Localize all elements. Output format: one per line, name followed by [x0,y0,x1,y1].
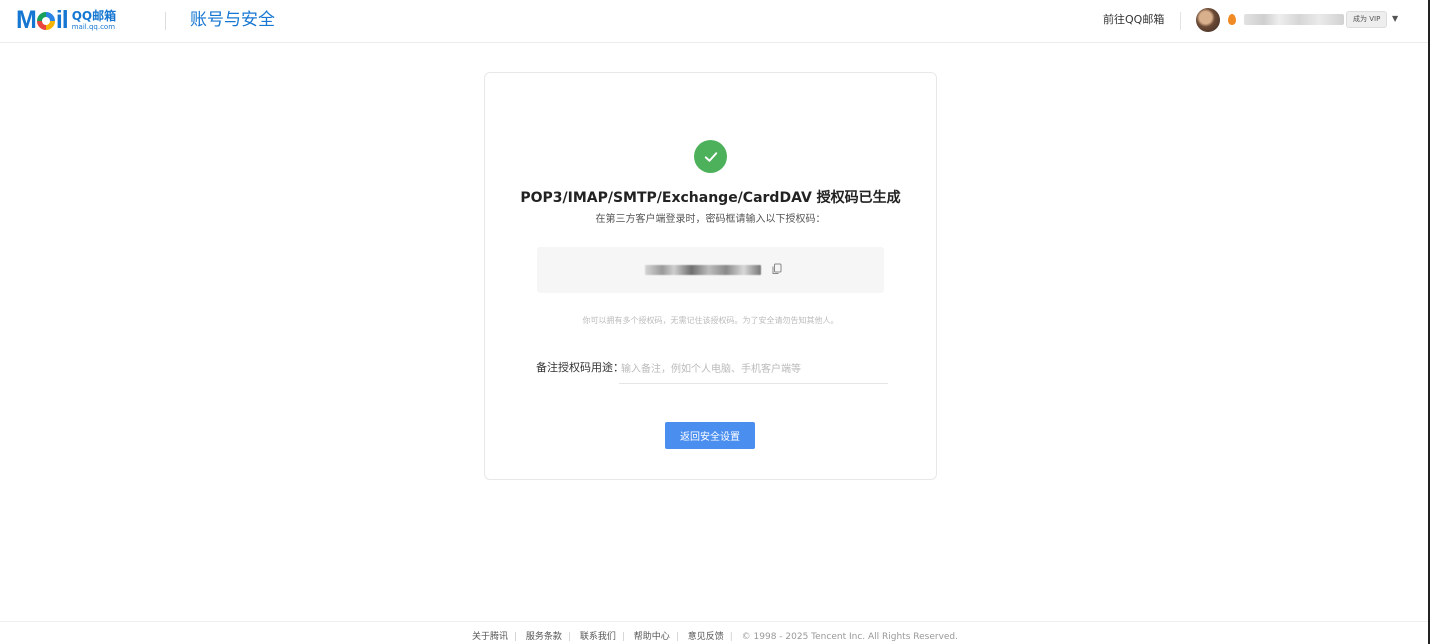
mail-logo-icon: Mil [16,6,69,34]
goto-qq-mail-link[interactable]: 前往QQ邮箱 [1103,13,1164,27]
logo-qq-text: QQ邮箱 [71,8,117,23]
header-separator [1180,12,1181,30]
copy-icon[interactable] [771,263,783,275]
footer-link-help[interactable]: 帮助中心 [634,632,670,642]
footer-link-contact[interactable]: 联系我们 [580,632,616,642]
footer-link-terms[interactable]: 服务条款 [526,632,562,642]
footer-link-about[interactable]: 关于腾讯 [472,632,508,642]
logo-domain-text: mail.qq.com [71,22,116,31]
page-title: 账号与安全 [190,10,275,30]
footer-link-feedback[interactable]: 意见反馈 [688,632,724,642]
check-circle-icon [694,140,727,173]
note-label: 备注授权码用途： [536,361,624,374]
copyright-text: © 1998 - 2025 Tencent Inc. All Rights Re… [741,632,959,642]
top-bar: Mil QQ邮箱 mail.qq.com 账号与安全 前往QQ邮箱 成为 VIP… [0,0,1428,43]
become-vip-badge[interactable]: 成为 VIP [1346,11,1388,28]
header-divider [165,12,166,30]
chevron-down-icon[interactable]: ▼ [1392,14,1398,23]
auth-code-redacted [645,265,761,275]
footer: 关于腾讯 | 服务条款 | 联系我们 | 帮助中心 | 意见反馈 | © 1998 - 2… [471,632,959,642]
avatar[interactable] [1196,8,1220,32]
auth-code-box [537,247,884,293]
card-subtitle: 在第三方客户端登录时，密码框请输入以下授权码： [595,214,826,225]
hint-text: 你可以拥有多个授权码，无需记住该授权码。为了安全请勿告知其他人。 [582,316,839,325]
footer-divider [0,621,1428,622]
logo-text: QQ邮箱 mail.qq.com [72,10,116,31]
back-to-security-button[interactable]: 返回安全设置 [665,422,755,449]
fire-icon [1228,14,1236,25]
card-title: POP3/IMAP/SMTP/Exchange/CardDAV 授权码已生成 [520,190,901,206]
qq-mail-logo[interactable]: Mil QQ邮箱 mail.qq.com [16,6,116,34]
auth-code-card: POP3/IMAP/SMTP/Exchange/CardDAV 授权码已生成 在… [484,72,937,480]
note-input[interactable] [619,355,888,384]
username-redacted[interactable] [1244,14,1344,25]
